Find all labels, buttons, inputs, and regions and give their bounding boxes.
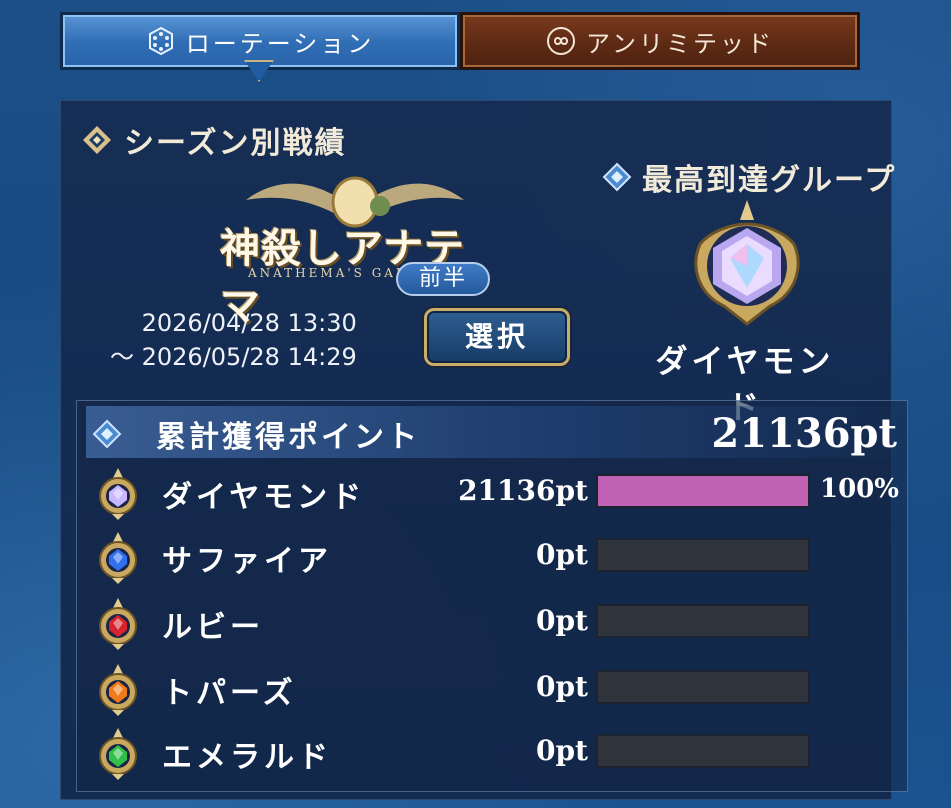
- rotation-icon: [148, 26, 173, 56]
- active-tab-pointer: [244, 60, 274, 82]
- gold-diamond-icon: [83, 126, 111, 154]
- rank-points: 21136pt: [458, 474, 588, 507]
- diamond-gem-icon: [99, 468, 137, 520]
- season-title-text: シーズン別戦績: [124, 126, 347, 161]
- rank-points: 0pt: [536, 604, 588, 637]
- half-badge: 前半: [396, 262, 490, 296]
- rank-progress-bar: [596, 538, 810, 572]
- season-start-date: 2026/04/28 13:30: [141, 309, 357, 337]
- rank-name: サファイア: [162, 544, 332, 579]
- topaz-gem-icon: [99, 664, 137, 716]
- rank-progress-bar: [596, 670, 810, 704]
- best-group-title: 最高到達グループ: [592, 155, 896, 199]
- season-dates: 2026/04/28 13:30 ～ 2026/05/28 14:29: [110, 306, 357, 374]
- points-total: 21136pt: [711, 410, 897, 457]
- mode-tabs: ローテーション アンリミテッド: [60, 12, 860, 70]
- rank-row: ダイヤモンド 21136pt 100%: [96, 466, 899, 522]
- rank-points: 0pt: [536, 538, 588, 571]
- rank-progress-bar: [596, 734, 810, 768]
- rank-name: ダイヤモンド: [162, 480, 366, 515]
- season-section-title: シーズン別戦績: [82, 118, 347, 162]
- rank-name: ルビー: [162, 610, 264, 645]
- rank-points: 0pt: [536, 734, 588, 767]
- blue-diamond-icon: [92, 419, 122, 449]
- rank-progress-fill: [598, 476, 808, 506]
- emerald-gem-icon: [99, 728, 137, 780]
- tab-unlimited[interactable]: アンリミテッド: [460, 12, 860, 70]
- tab-rotation-label: ローテーション: [185, 29, 375, 58]
- select-season-button[interactable]: 選択: [424, 308, 570, 366]
- season-end-date: ～ 2026/05/28 14:29: [110, 343, 357, 371]
- tab-unlimited-label: アンリミテッド: [585, 29, 775, 58]
- diamond-rank-emblem: [694, 200, 800, 326]
- rank-percent: 100%: [820, 474, 899, 504]
- rank-row: エメラルド 0pt: [96, 726, 896, 782]
- sapphire-gem-icon: [99, 532, 137, 584]
- points-title-text: 累計獲得ポイント: [156, 420, 420, 455]
- rank-name: トパーズ: [162, 676, 297, 711]
- best-group-title-text: 最高到達グループ: [642, 163, 897, 198]
- points-title: 累計獲得ポイント: [92, 412, 420, 456]
- rank-progress-bar: [596, 604, 810, 638]
- infinity-icon: [546, 27, 575, 55]
- rank-name: エメラルド: [162, 740, 332, 775]
- rank-points: 0pt: [536, 670, 588, 703]
- ruby-gem-icon: [99, 598, 137, 650]
- rank-row: トパーズ 0pt: [96, 662, 896, 718]
- rank-row: サファイア 0pt: [96, 530, 896, 586]
- rank-row: ルビー 0pt: [96, 596, 896, 652]
- rank-progress-bar: [596, 474, 810, 508]
- blue-diamond-icon: [602, 162, 632, 192]
